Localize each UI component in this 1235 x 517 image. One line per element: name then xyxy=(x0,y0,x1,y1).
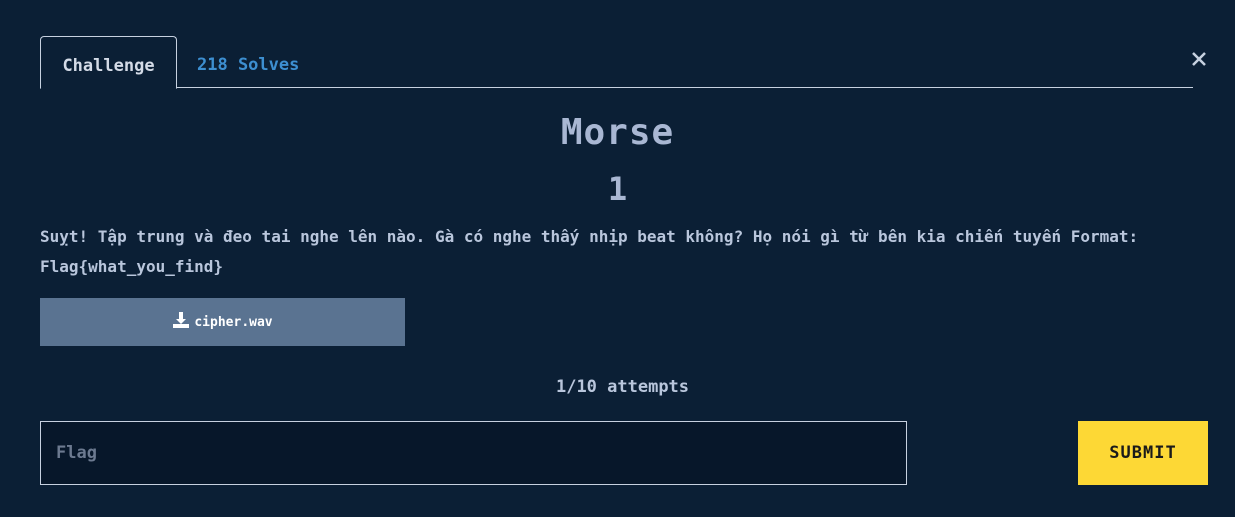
challenge-points: 1 xyxy=(607,170,628,208)
description-line: Suỵt! Tập trung và đeo tai nghe lên nào.… xyxy=(40,227,1139,246)
challenge-title: Morse xyxy=(560,112,675,153)
file-name: cipher.wav xyxy=(194,314,273,330)
flag-input[interactable] xyxy=(40,421,907,485)
attempts-counter: 1/10 attempts xyxy=(555,377,690,397)
challenge-modal: Challenge 218 Solves Morse 1 Suỵt! Tập t… xyxy=(0,0,1235,517)
tab-challenge[interactable]: Challenge xyxy=(40,36,177,89)
tab-solves[interactable]: 218 Solves xyxy=(197,36,299,88)
description-format: Flag{what_you_find} xyxy=(40,257,224,276)
submit-button[interactable]: SUBMIT xyxy=(1078,421,1208,485)
download-icon xyxy=(172,311,194,333)
challenge-description: Suỵt! Tập trung và đeo tai nghe lên nào.… xyxy=(40,222,1190,282)
tab-bar: Challenge 218 Solves xyxy=(40,36,1193,89)
download-file-button[interactable]: cipher.wav xyxy=(40,298,405,346)
